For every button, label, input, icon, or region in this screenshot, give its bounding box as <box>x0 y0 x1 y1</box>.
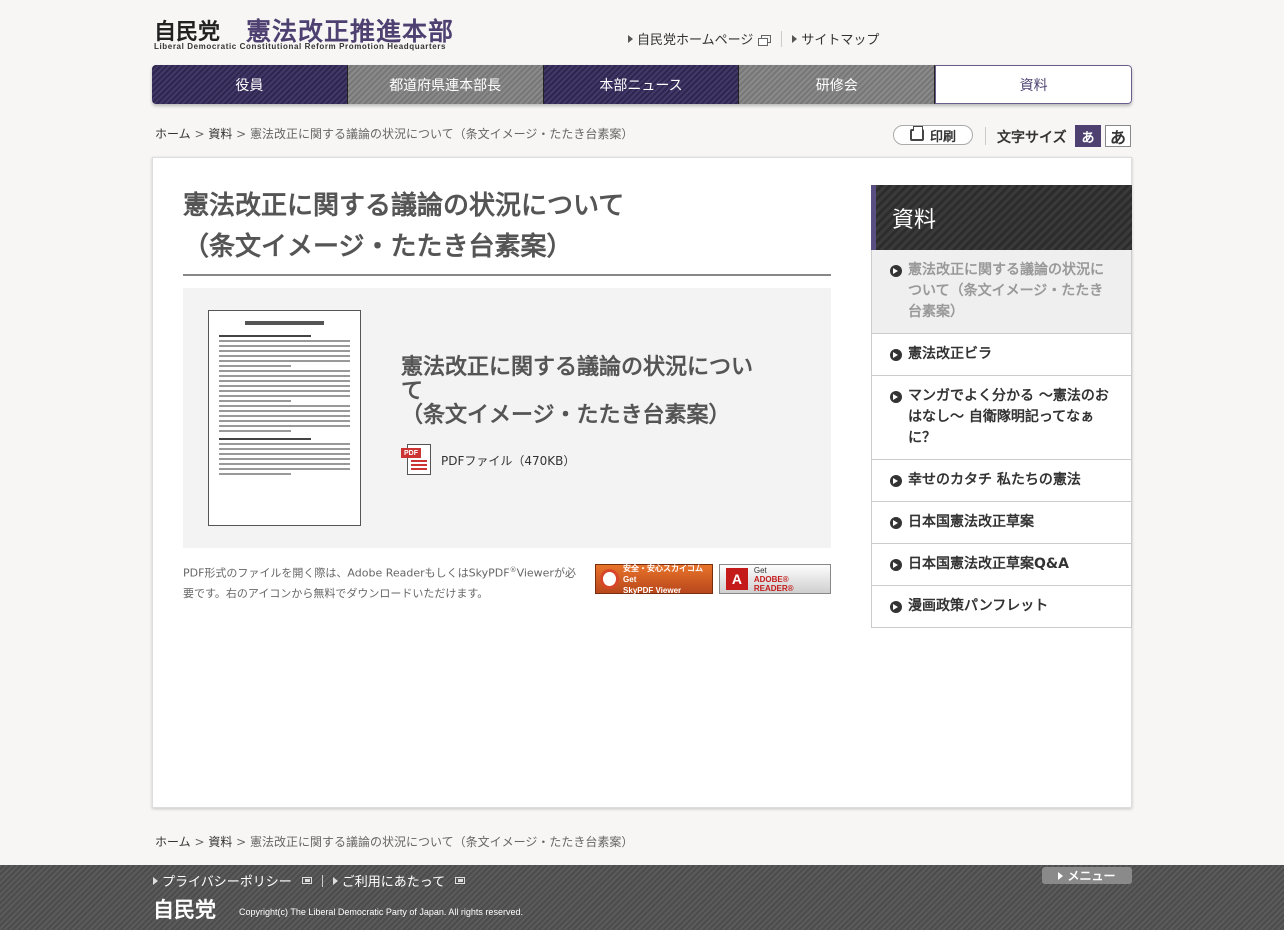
document-title-line2: て <box>401 379 424 404</box>
sidebar-heading: 資料 <box>871 185 1132 250</box>
sidebar-item-manga[interactable]: マンガでよく分かる ～憲法のおはなし～ 自衛隊明記ってなぁに？ <box>872 376 1131 460</box>
sidebar-list: 憲法改正に関する議論の状況について（条文イメージ・たたき台素案） 憲法改正ビラ … <box>871 250 1132 628</box>
arrow-icon <box>153 876 158 885</box>
arrow-icon <box>628 34 633 43</box>
breadcrumb-materials[interactable]: 資料 <box>208 127 232 141</box>
sidebar-item-label: 日本国憲法改正草案Q&A <box>908 556 1069 572</box>
arrow-icon <box>1058 871 1064 880</box>
arrow-circle-icon <box>890 601 902 613</box>
sidebar-item-label: 日本国憲法改正草案 <box>908 514 1034 530</box>
breadcrumb-separator: > <box>232 127 251 141</box>
copyright: Copyright(c) The Liberal Democratic Part… <box>239 907 523 917</box>
breadcrumb-separator: > <box>190 127 209 141</box>
pdf-download-link[interactable]: PDF PDFファイル（470KB） <box>401 444 575 476</box>
sidebar-item-label: 漫画政策パンフレット <box>908 598 1049 614</box>
header-links: 自民党ホームページ サイトマップ <box>628 29 879 48</box>
sidebar-item-draft-qa[interactable]: 日本国憲法改正草案Q&A <box>872 544 1131 586</box>
sitemap-link[interactable]: サイトマップ <box>801 29 879 48</box>
sidebar-item-manga-pamphlet[interactable]: 漫画政策パンフレット <box>872 586 1131 627</box>
hq-name-en: Liberal Democratic Constitutional Reform… <box>154 42 447 51</box>
font-size-small-button[interactable]: あ <box>1075 125 1101 147</box>
footer-links: プライバシーポリシー ご利用にあたって <box>153 871 466 890</box>
page-title: 憲法改正に関する議論の状況について （条文イメージ・たたき台素案） <box>183 186 831 276</box>
sidebar-item-shiawase[interactable]: 幸せのカタチ 私たちの憲法 <box>872 460 1131 502</box>
global-nav: 役員 都道府県連本部長 本部ニュース 研修会 資料 <box>152 65 1132 104</box>
breadcrumb-separator: > <box>232 835 251 849</box>
breadcrumb-home[interactable]: ホーム <box>155 127 191 141</box>
skypdf-badge-line2: SkyPDF Viewer <box>623 585 682 595</box>
breadcrumb: ホーム > 資料 > 憲法改正に関する議論の状況について（条文イメージ・たたき台… <box>155 125 633 142</box>
external-window-icon <box>758 34 772 46</box>
printer-icon <box>909 126 924 141</box>
document-title: 憲法改正に関する議論の状況につい て （条文イメージ・たたき台素案） <box>401 356 801 428</box>
nav-hq-news[interactable]: 本部ニュース <box>543 65 740 104</box>
pdf-reader-note: PDF形式のファイルを開く際は、Adobe ReaderもしくはSkyPDF®V… <box>183 560 583 604</box>
breadcrumb-current: 憲法改正に関する議論の状況について（条文イメージ・たたき台素案） <box>250 127 634 141</box>
sidebar-item-leaflet[interactable]: 憲法改正ビラ <box>872 334 1131 376</box>
print-button[interactable]: 印刷 <box>893 125 973 145</box>
external-window-icon <box>301 877 312 884</box>
page-title-line1: 憲法改正に関する議論の状況について <box>183 191 625 221</box>
main-panel: 憲法改正に関する議論の状況について （条文イメージ・たたき台素案） 憲法改正に関… <box>152 157 1132 808</box>
document-box: 憲法改正に関する議論の状況につい て （条文イメージ・たたき台素案） PDF P… <box>183 288 831 548</box>
font-size-label: 文字サイズ <box>997 130 1067 146</box>
adobe-badge-line2: ADOBE® READER® <box>753 574 794 593</box>
terms-of-use-link[interactable]: ご利用にあたって <box>342 871 445 890</box>
nav-officers[interactable]: 役員 <box>152 65 348 104</box>
arrow-circle-icon <box>890 559 902 571</box>
pdf-thumbnail[interactable] <box>208 310 361 526</box>
breadcrumb-materials[interactable]: 資料 <box>208 835 232 849</box>
page-title-line2: （条文イメージ・たたき台素案） <box>183 232 573 262</box>
sidebar-item-label: 幸せのカタチ 私たちの憲法 <box>908 472 1081 488</box>
get-skypdf-viewer-button[interactable]: 安全・安心スカイコム Get SkyPDF Viewer <box>595 563 713 595</box>
arrow-circle-icon <box>890 391 902 403</box>
skycom-logo-icon <box>600 569 620 589</box>
breadcrumb-home[interactable]: ホーム <box>155 835 191 849</box>
pdf-tag: PDF <box>401 448 421 458</box>
arrow-circle-icon <box>890 265 902 277</box>
site-logo[interactable]: 自民党 憲法改正推進本部 Liberal Democratic Constitu… <box>154 12 474 54</box>
pdf-file-icon: PDF <box>401 444 433 476</box>
external-window-icon <box>455 877 466 884</box>
divider <box>985 127 986 145</box>
sidebar: 資料 憲法改正に関する議論の状況について（条文イメージ・たたき台素案） 憲法改正… <box>871 185 1132 628</box>
breadcrumb-separator: > <box>190 835 209 849</box>
print-label: 印刷 <box>929 129 956 145</box>
adobe-logo-icon: A <box>726 568 748 590</box>
arrow-circle-icon <box>890 517 902 529</box>
nav-prefectural-heads[interactable]: 都道府県連本部長 <box>347 65 544 104</box>
sidebar-item-label: 憲法改正に関する議論の状況について（条文イメージ・たたき台素案） <box>908 262 1104 320</box>
font-size-large-button[interactable]: あ <box>1105 125 1131 147</box>
adobe-badge-line1: Get <box>753 565 767 575</box>
footer: プライバシーポリシー ご利用にあたって メニュー 自民党 Copyright(c… <box>0 865 1284 930</box>
privacy-policy-link[interactable]: プライバシーポリシー <box>162 871 292 890</box>
arrow-icon <box>332 876 338 885</box>
sidebar-item-label: マンガでよく分かる ～憲法のおはなし～ 自衛隊明記ってなぁに？ <box>908 388 1109 446</box>
ldp-homepage-link[interactable]: 自民党ホームページ <box>637 29 753 48</box>
note-text-1: PDF形式のファイルを開く際は、Adobe ReaderもしくはSkyPDF <box>183 566 510 580</box>
menu-label: メニュー <box>1067 869 1116 883</box>
nav-materials[interactable]: 資料 <box>935 65 1132 104</box>
footer-logo[interactable]: 自民党 <box>153 894 216 924</box>
pdf-label: PDFファイル（470KB） <box>441 453 576 468</box>
sidebar-item-label: 憲法改正ビラ <box>908 346 992 362</box>
arrow-circle-icon <box>890 475 902 487</box>
menu-button[interactable]: メニュー <box>1042 867 1132 884</box>
breadcrumb-bottom: ホーム > 資料 > 憲法改正に関する議論の状況について（条文イメージ・たたき台… <box>155 833 633 850</box>
breadcrumb-current: 憲法改正に関する議論の状況について（条文イメージ・たたき台素案） <box>250 835 634 849</box>
sidebar-item-draft[interactable]: 日本国憲法改正草案 <box>872 502 1131 544</box>
arrow-icon <box>792 34 798 43</box>
registered-mark: ® <box>509 566 517 574</box>
document-title-line1: 憲法改正に関する議論の状況につい <box>401 355 754 380</box>
skypdf-badge-line1: 安全・安心スカイコム Get <box>623 563 704 584</box>
sidebar-item-debate-status[interactable]: 憲法改正に関する議論の状況について（条文イメージ・たたき台素案） <box>872 250 1131 334</box>
document-title-line3: （条文イメージ・たたき台素案） <box>401 403 731 428</box>
get-adobe-reader-button[interactable]: A Get ADOBE® READER® <box>719 564 831 594</box>
arrow-circle-icon <box>890 349 902 361</box>
divider <box>321 874 323 887</box>
nav-seminars[interactable]: 研修会 <box>739 65 936 104</box>
divider <box>781 30 783 47</box>
